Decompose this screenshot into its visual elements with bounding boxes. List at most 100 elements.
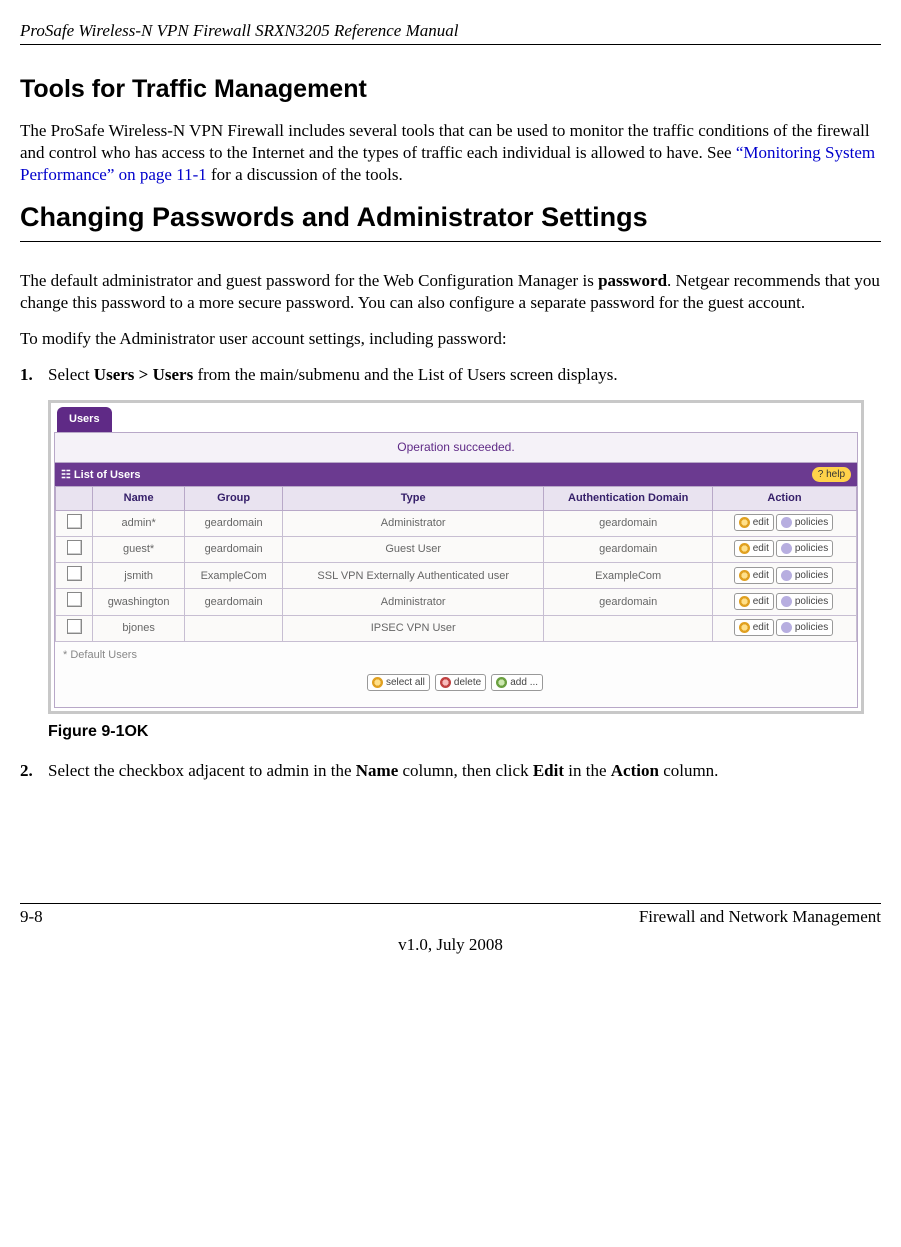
- step-1: 1. Select Users > Users from the main/su…: [20, 364, 881, 386]
- users-table: Name Group Type Authentication Domain Ac…: [55, 486, 857, 642]
- row-checkbox[interactable]: [67, 592, 82, 607]
- cell-group: geardomain: [185, 589, 283, 615]
- cell-type: IPSEC VPN User: [283, 615, 544, 641]
- btn-ref-edit: Edit: [533, 761, 564, 780]
- help-button[interactable]: ? help: [812, 467, 851, 482]
- cell-action: edit policies: [713, 563, 857, 589]
- edit-button[interactable]: edit: [734, 514, 774, 531]
- add-button[interactable]: add ...: [491, 674, 543, 691]
- table-row: guest* geardomain Guest User geardomain …: [56, 536, 857, 562]
- section2-paragraph1: The default administrator and guest pass…: [20, 270, 881, 314]
- policies-icon: [781, 543, 792, 554]
- col-group: Group: [185, 487, 283, 510]
- row-checkbox[interactable]: [67, 514, 82, 529]
- edit-icon: [739, 543, 750, 554]
- table-row: admin* geardomain Administrator geardoma…: [56, 510, 857, 536]
- cell-name: gwashington: [93, 589, 185, 615]
- col-auth: Authentication Domain: [544, 487, 713, 510]
- text: Select: [48, 365, 94, 384]
- table-row: gwashington geardomain Administrator gea…: [56, 589, 857, 615]
- edit-label: edit: [753, 516, 769, 529]
- step-2: 2. Select the checkbox adjacent to admin…: [20, 760, 881, 782]
- row-checkbox[interactable]: [67, 540, 82, 555]
- policies-label: policies: [795, 516, 828, 529]
- policies-button[interactable]: policies: [776, 514, 833, 531]
- cell-group: ExampleCom: [185, 563, 283, 589]
- help-icon: ?: [818, 469, 824, 480]
- edit-label: edit: [753, 621, 769, 634]
- cell-auth: geardomain: [544, 589, 713, 615]
- table-row: jsmith ExampleCom SSL VPN Externally Aut…: [56, 563, 857, 589]
- policies-label: policies: [795, 595, 828, 608]
- cell-action: edit policies: [713, 510, 857, 536]
- password-literal: password: [598, 271, 667, 290]
- policies-button[interactable]: policies: [776, 593, 833, 610]
- policies-label: policies: [795, 621, 828, 634]
- text: for a discussion of the tools.: [207, 165, 403, 184]
- check-icon: [372, 677, 383, 688]
- text: Select the checkbox adjacent to admin in…: [48, 761, 356, 780]
- cell-type: Administrator: [283, 589, 544, 615]
- users-screenshot: Users Operation succeeded. ☷ List of Use…: [48, 400, 864, 713]
- grid-icon: ☷ List of Users: [61, 468, 141, 482]
- section-rule: [20, 241, 881, 242]
- cell-type: SSL VPN Externally Authenticated user: [283, 563, 544, 589]
- cell-action: edit policies: [713, 589, 857, 615]
- policies-label: policies: [795, 542, 828, 555]
- edit-button[interactable]: edit: [734, 540, 774, 557]
- header-rule: [20, 44, 881, 45]
- cell-group: geardomain: [185, 510, 283, 536]
- select-all-button[interactable]: select all: [367, 674, 430, 691]
- table-header-row: Name Group Type Authentication Domain Ac…: [56, 487, 857, 510]
- policies-button[interactable]: policies: [776, 567, 833, 584]
- panel: Operation succeeded. ☷ List of Users ? h…: [54, 432, 858, 708]
- chapter-title: Firewall and Network Management: [639, 906, 881, 928]
- edit-label: edit: [753, 569, 769, 582]
- subhead-title: List of Users: [74, 469, 141, 481]
- panel-subheader: ☷ List of Users ? help: [55, 463, 857, 486]
- section-heading-passwords: Changing Passwords and Administrator Set…: [20, 200, 881, 235]
- edit-label: edit: [753, 595, 769, 608]
- step-number: 2.: [20, 760, 33, 782]
- policies-icon: [781, 622, 792, 633]
- cell-auth: geardomain: [544, 536, 713, 562]
- help-label: help: [826, 469, 845, 480]
- row-checkbox[interactable]: [67, 566, 82, 581]
- col-name: Name: [93, 487, 185, 510]
- cell-auth: ExampleCom: [544, 563, 713, 589]
- select-all-label: select all: [386, 676, 425, 689]
- button-row: select all delete add ...: [55, 674, 857, 706]
- cell-name: jsmith: [93, 563, 185, 589]
- footer-line: 9-8 Firewall and Network Management: [20, 906, 881, 928]
- edit-button[interactable]: edit: [734, 619, 774, 636]
- col-ref-action: Action: [611, 761, 659, 780]
- policies-button[interactable]: policies: [776, 540, 833, 557]
- section2-paragraph2: To modify the Administrator user account…: [20, 328, 881, 350]
- text: column.: [659, 761, 719, 780]
- operation-message: Operation succeeded.: [55, 433, 857, 464]
- edit-button[interactable]: edit: [734, 593, 774, 610]
- text: The default administrator and guest pass…: [20, 271, 598, 290]
- cell-auth: [544, 615, 713, 641]
- cell-name: bjones: [93, 615, 185, 641]
- cell-type: Guest User: [283, 536, 544, 562]
- edit-label: edit: [753, 542, 769, 555]
- row-checkbox[interactable]: [67, 619, 82, 634]
- footer-version: v1.0, July 2008: [20, 934, 881, 956]
- policies-button[interactable]: policies: [776, 619, 833, 636]
- tab-users[interactable]: Users: [57, 407, 112, 431]
- section1-paragraph: The ProSafe Wireless-N VPN Firewall incl…: [20, 120, 881, 186]
- cell-type: Administrator: [283, 510, 544, 536]
- menu-path: Users > Users: [94, 365, 193, 384]
- figure-caption: Figure 9-1OK: [48, 722, 881, 743]
- page-number: 9-8: [20, 906, 43, 928]
- delete-button[interactable]: delete: [435, 674, 486, 691]
- policies-icon: [781, 596, 792, 607]
- policies-icon: [781, 517, 792, 528]
- col-action: Action: [713, 487, 857, 510]
- text: in the: [564, 761, 611, 780]
- col-ref-name: Name: [356, 761, 398, 780]
- edit-button[interactable]: edit: [734, 567, 774, 584]
- cell-auth: geardomain: [544, 510, 713, 536]
- text: column, then click: [398, 761, 533, 780]
